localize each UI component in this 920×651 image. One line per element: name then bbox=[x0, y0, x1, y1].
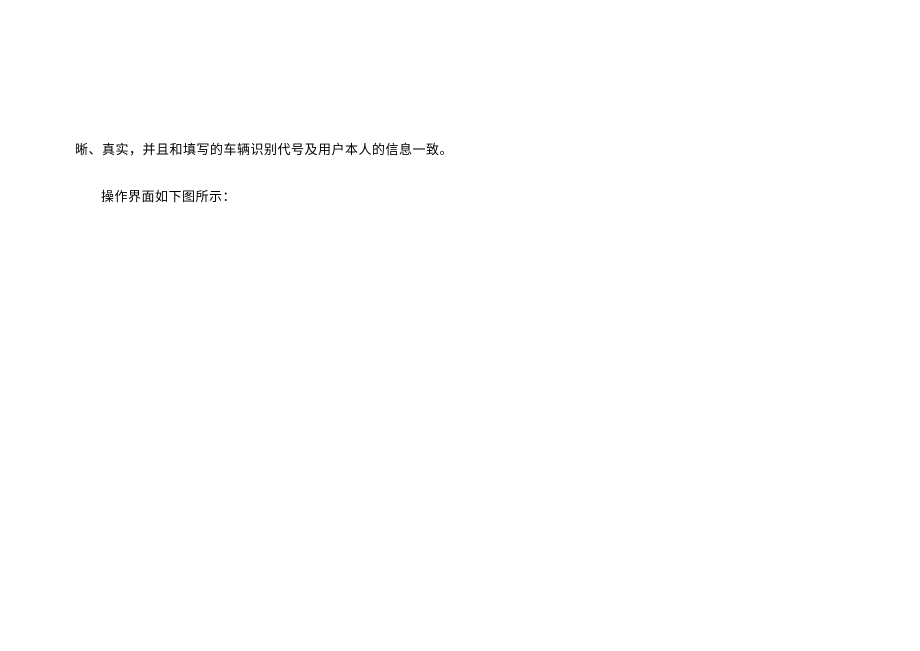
document-content: 晰、真实，并且和填写的车辆识别代号及用户本人的信息一致。 操作界面如下图所示： bbox=[75, 138, 453, 209]
text-line-2: 操作界面如下图所示： bbox=[101, 185, 453, 208]
text-line-1: 晰、真实，并且和填写的车辆识别代号及用户本人的信息一致。 bbox=[75, 138, 453, 161]
